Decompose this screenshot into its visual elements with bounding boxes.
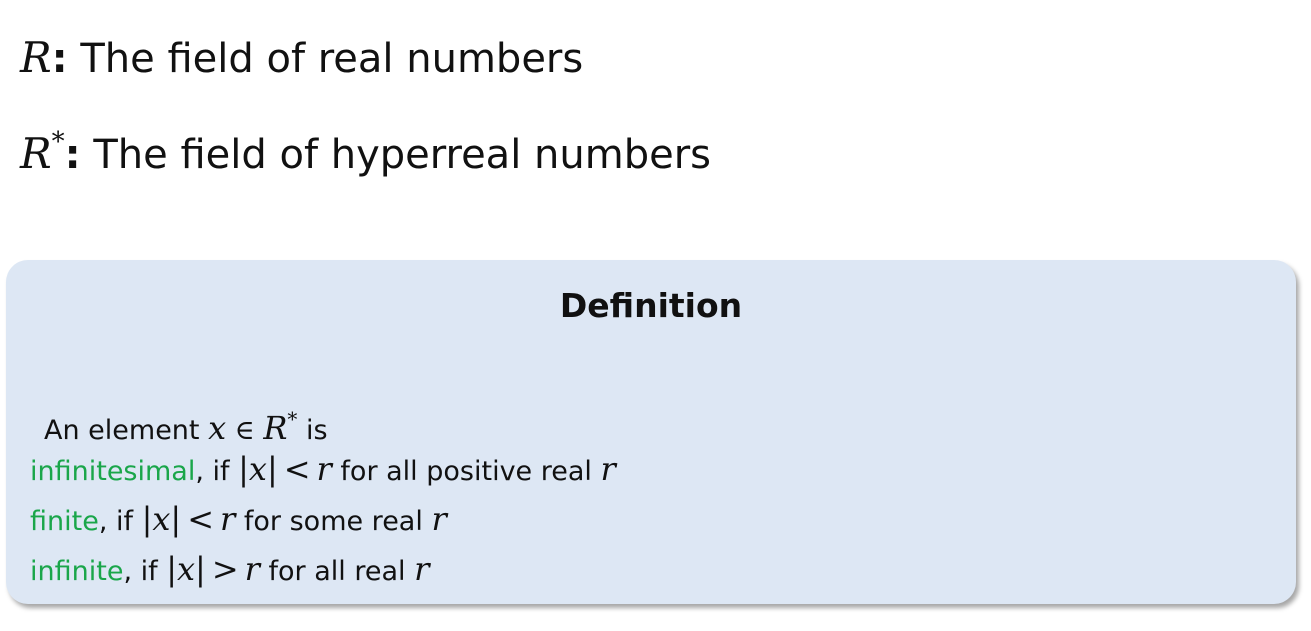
element-of-symbol: ∈ (234, 415, 255, 446)
real-numbers-line: R: The field of real numbers (20, 34, 583, 83)
bound-variable: r (220, 500, 236, 538)
definition-box: Definition An element x ∈ R* is infinite… (6, 260, 1296, 604)
condition-variable: x (248, 450, 267, 488)
condition-tail: for all positive real (331, 456, 601, 487)
abs-close: | (266, 450, 278, 488)
real-field-symbol: R (20, 33, 52, 82)
hyperreal-set-symbol: R (263, 409, 288, 447)
relation-symbol: > (211, 550, 239, 588)
real-field-description: The field of real numbers (67, 36, 584, 82)
condition-tail: for some real (235, 506, 432, 537)
star-superscript: * (287, 407, 298, 431)
condition-variable: x (176, 550, 196, 588)
hyperreal-field-description: The field of hyperreal numbers (80, 132, 711, 178)
condition-separator: , if (98, 506, 142, 537)
relation-symbol: < (283, 450, 311, 488)
intro-suffix: is (297, 415, 328, 446)
condition-variable: x (152, 500, 171, 538)
condition-separator: , if (123, 556, 167, 587)
tail-variable: r (414, 550, 430, 588)
definition-title: Definition (559, 286, 743, 325)
condition-tail: for all real (259, 556, 415, 587)
tail-variable: r (600, 450, 616, 488)
star-superscript: * (51, 127, 65, 157)
finite-condition: finite, if |x| < r for some real r (30, 501, 447, 540)
abs-open: | (141, 500, 153, 538)
tail-variable: r (431, 500, 447, 538)
element-variable: x (208, 409, 227, 447)
hyperreal-field-symbol: R (20, 129, 52, 178)
abs-close: | (195, 550, 206, 588)
intro-prefix: An element (44, 415, 209, 446)
abs-open: | (166, 550, 177, 588)
relation-symbol: < (187, 500, 215, 538)
abs-open: | (238, 450, 249, 488)
colon: : (51, 36, 68, 82)
term-infinitesimal: infinitesimal (30, 456, 196, 487)
term-infinite: infinite (30, 556, 124, 587)
bound-variable: r (316, 450, 332, 488)
infinite-condition: infinite, if |x| > r for all real r (30, 551, 429, 590)
condition-separator: , if (195, 456, 239, 487)
abs-close: | (170, 500, 182, 538)
term-finite: finite (30, 506, 99, 537)
definition-intro: An element x ∈ R* is (44, 401, 328, 449)
colon: : (64, 132, 81, 178)
infinitesimal-condition: infinitesimal, if |x| < r for all positive… (30, 451, 616, 490)
hyperreal-numbers-line: R*: The field of hyperreal numbers (20, 118, 711, 179)
bound-variable: r (244, 550, 260, 588)
